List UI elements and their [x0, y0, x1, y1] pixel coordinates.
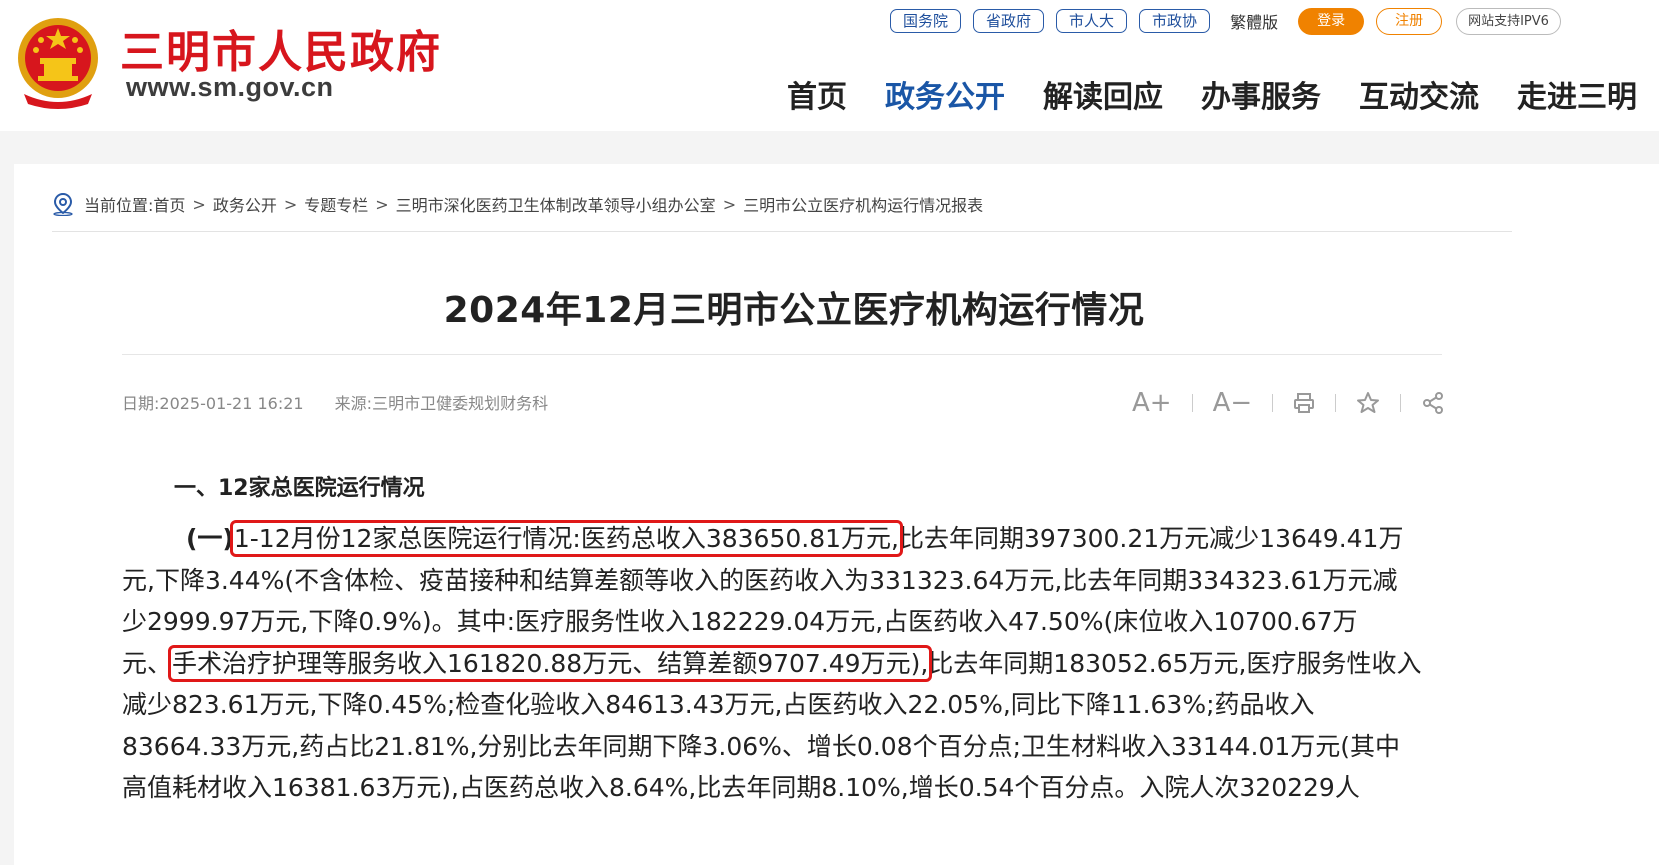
breadcrumb-separator: >	[722, 194, 737, 214]
breadcrumb-reform-office[interactable]: 三明市深化医药卫生体制改革领导小组办公室	[396, 192, 716, 216]
site-name[interactable]: 三明市人民政府	[120, 16, 442, 80]
nav-services[interactable]: 办事服务	[1201, 72, 1321, 116]
breadcrumb-separator: >	[283, 194, 298, 214]
page-title: 2024年12月三明市公立医疗机构运行情况	[443, 290, 1145, 331]
main-nav: 首页 政务公开 解读回应 办事服务 互动交流 走进三明	[787, 72, 1659, 116]
location-pin-icon	[52, 192, 74, 217]
breadcrumb-reports[interactable]: 三明市公立医疗机构运行情况报表	[743, 192, 983, 216]
breadcrumb-home[interactable]: 首页	[153, 192, 185, 216]
article-date: 日期:2025-01-21 16:21	[122, 394, 304, 413]
article-meta: 日期:2025-01-21 16:21 来源:三明市卫健委规划财务科	[122, 390, 574, 414]
paragraph-label: (一)	[186, 524, 234, 553]
article-source: 来源:三明市卫健委规划财务科	[334, 394, 549, 413]
login-button[interactable]: 登录	[1298, 7, 1365, 35]
nav-gov-affairs[interactable]: 政务公开	[885, 72, 1005, 116]
font-decrease-button[interactable]: A−	[1213, 388, 1253, 418]
breadcrumb-topics[interactable]: 专题专栏	[304, 192, 368, 216]
breadcrumb-separator: >	[192, 194, 206, 214]
body-line: 高值耗材收入16381.63万元),占医药总收入8.64%,比去年同期8.10%…	[122, 773, 1360, 802]
ipv6-badge: 网站支持IPV6	[1456, 7, 1561, 35]
body-line: 元,下降3.44%(不含体检、疫苗接种和结算差额等收入的医药收入为331323.…	[122, 565, 1398, 595]
link-city-congress[interactable]: 市人大	[1056, 9, 1128, 33]
breadcrumb-gov-affairs[interactable]: 政务公开	[213, 192, 277, 216]
nav-interpretation[interactable]: 解读回应	[1043, 72, 1163, 116]
divider	[122, 354, 1442, 355]
tool-separator	[1400, 394, 1402, 412]
article-tools: A+ A−	[1132, 388, 1445, 418]
breadcrumb: 当前位置: 首页 > 政务公开 > 专题专栏 > 三明市深化医药卫生体制改革领导…	[52, 192, 983, 217]
body-line: 83664.33万元,药占比21.81%,分别比去年同期下降3.06%、增长0.…	[122, 731, 1401, 761]
body-line: (一)1-12月份12家总医院运行情况:医药总收入383650.81万元,比去年…	[122, 518, 1447, 560]
font-increase-button[interactable]: A+	[1132, 388, 1172, 418]
link-state-council[interactable]: 国务院	[890, 9, 962, 33]
highlighted-text: 手术治疗护理等服务收入161820.88万元、结算差额9707.49万元),	[168, 644, 933, 682]
body-line: 元、手术治疗护理等服务收入161820.88万元、结算差额9707.49万元),…	[122, 643, 1447, 685]
body-line: 少2999.97万元,下降0.9%)。其中:医疗服务性收入182229.04万元…	[122, 607, 1358, 636]
article-body: (一)1-12月份12家总医院运行情况:医药总收入383650.81万元,比去年…	[122, 518, 1447, 809]
highlighted-text: 1-12月份12家总医院运行情况:医药总收入383650.81万元,	[229, 520, 903, 557]
link-city-cppcc[interactable]: 市政协	[1139, 9, 1211, 33]
nav-about-sanming[interactable]: 走进三明	[1517, 72, 1637, 116]
tool-separator	[1272, 394, 1274, 412]
traditional-chinese-link[interactable]: 繁體版	[1230, 9, 1278, 33]
section-heading: 一、12家总医院运行情况	[174, 476, 425, 501]
star-icon[interactable]	[1356, 391, 1380, 415]
breadcrumb-separator: >	[375, 194, 389, 214]
body-text-segment: 比去年同期183052.65万元,医疗服务性收入	[928, 648, 1422, 678]
share-icon[interactable]	[1421, 391, 1445, 415]
body-text-segment: 元、	[122, 648, 173, 678]
tool-separator	[1191, 394, 1193, 412]
article-card: 当前位置: 首页 > 政务公开 > 专题专栏 > 三明市深化医药卫生体制改革领导…	[14, 164, 1659, 865]
site-header: 三明市人民政府 www.sm.gov.cn 国务院 省政府 市人大 市政协 繁體…	[0, 0, 1659, 131]
site-url[interactable]: www.sm.gov.cn	[126, 72, 334, 103]
breadcrumb-prefix: 当前位置:	[84, 196, 154, 215]
tool-separator	[1335, 394, 1337, 412]
top-links: 国务院 省政府 市人大 市政协 繁體版 登录 注册 网站支持IPV6	[890, 7, 1561, 35]
nav-home[interactable]: 首页	[787, 72, 847, 116]
national-emblem-icon[interactable]	[14, 14, 102, 110]
link-province-gov[interactable]: 省政府	[973, 9, 1045, 33]
print-icon[interactable]	[1293, 392, 1315, 414]
body-text-segment: 比去年同期397300.21万元减少13649.41万	[898, 524, 1404, 553]
register-button[interactable]: 注册	[1376, 7, 1443, 35]
divider	[52, 231, 1512, 232]
nav-interaction[interactable]: 互动交流	[1359, 72, 1479, 116]
body-line: 减少823.61万元,下降0.45%;检查化验收入84613.43万元,占医药收…	[122, 690, 1315, 719]
